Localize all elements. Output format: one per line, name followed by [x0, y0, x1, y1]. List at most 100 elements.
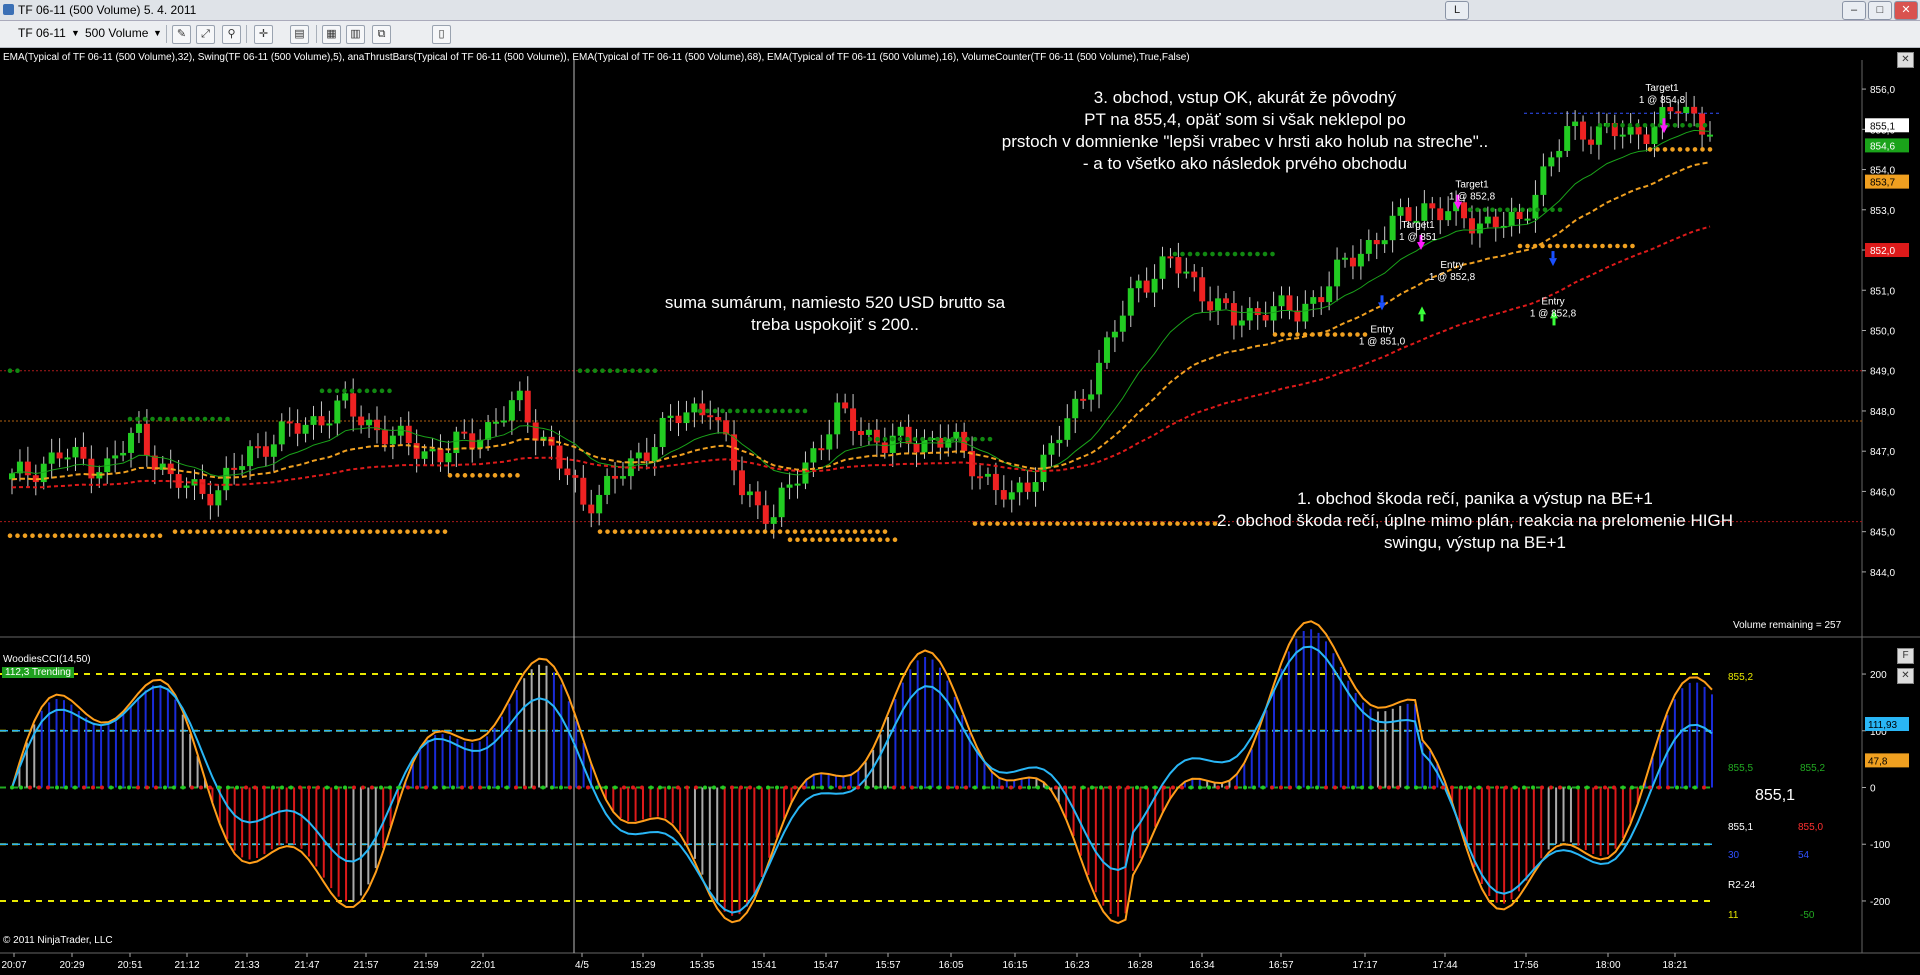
candle-body: [834, 402, 841, 435]
candle-body: [1207, 301, 1214, 311]
cci-zero-dot: [613, 785, 617, 790]
zoom-icon[interactable]: ⚲: [222, 25, 241, 44]
indicators-icon[interactable]: ▦: [322, 25, 341, 44]
crosshair-icon[interactable]: ✛: [254, 25, 273, 44]
swing-low-dot: [1092, 521, 1098, 526]
swing-low-dot: [702, 529, 708, 534]
maximize-icon[interactable]: □: [1868, 1, 1892, 20]
cci-side-value: 855,1: [1728, 822, 1753, 833]
volume-remaining: Volume remaining = 257: [1733, 620, 1842, 631]
swing-high-dot: [950, 436, 955, 442]
candle-body: [564, 468, 571, 476]
price-tag-label: 853,7: [1870, 178, 1895, 189]
candle-body: [366, 419, 373, 426]
draw-tool-icon[interactable]: ⤢: [196, 25, 215, 44]
candle-body: [683, 412, 690, 424]
candle-body: [1349, 257, 1356, 267]
swing-low-dot: [1310, 332, 1315, 337]
swing-low-dot: [285, 529, 290, 534]
cci-zero-dot: [325, 785, 329, 790]
data-box-icon[interactable]: ⧉: [372, 25, 391, 44]
candle-body: [1421, 203, 1428, 221]
trade-label-target: 1 @ 851: [1399, 232, 1437, 243]
link-button[interactable]: L: [1445, 1, 1469, 20]
candle-body: [199, 479, 206, 494]
candle-body: [850, 408, 857, 432]
swing-low-dot: [485, 473, 490, 478]
candle-body: [1135, 280, 1142, 289]
swing-low-dot: [830, 529, 835, 534]
cci-zero-dot: [991, 785, 995, 790]
chart-trader-icon[interactable]: ▯: [432, 25, 451, 44]
swing-high-dot: [927, 436, 933, 442]
swing-high-dot: [867, 436, 873, 442]
swing-low-dot: [1707, 147, 1713, 152]
cci-zero-dot: [352, 785, 356, 790]
cci-zero-dot: [1450, 785, 1454, 790]
time-tick-label: 20:07: [1, 960, 26, 971]
swing-low-dot: [635, 529, 640, 534]
candle-body: [1445, 211, 1452, 221]
swing-high-dot: [987, 436, 993, 442]
period-dropdown-icon[interactable]: ▼: [153, 24, 162, 43]
swing-high-dot: [795, 408, 800, 414]
swing-low-dot: [987, 521, 993, 526]
candle-body: [770, 517, 777, 524]
swing-low-dot: [855, 537, 860, 543]
candle-body: [794, 483, 801, 486]
candle-body: [1151, 278, 1158, 293]
minimize-icon[interactable]: –: [1842, 1, 1866, 20]
period-selector[interactable]: 500 Volume: [85, 24, 148, 43]
cci-zero-dot: [469, 785, 473, 790]
time-tick-label: 16:05: [938, 960, 963, 971]
swing-low-dot: [1670, 147, 1675, 152]
swing-low-dot: [1280, 332, 1285, 337]
swing-low-dot: [1130, 521, 1135, 526]
swing-high-dot: [765, 408, 770, 414]
candle-body: [247, 446, 254, 467]
swing-high-dot: [1225, 251, 1230, 257]
swing-low-dot: [1047, 521, 1053, 526]
cci-zero-dot: [757, 785, 761, 790]
candle-body: [1548, 157, 1555, 167]
candle-body: [580, 477, 587, 505]
cci-zero-dot: [280, 785, 284, 790]
price-tick-label: 856,0: [1870, 85, 1895, 96]
swing-low-dot: [447, 473, 453, 478]
swing-low-dot: [345, 529, 350, 534]
cci-zero-dot: [1522, 785, 1526, 790]
swing-low-dot: [837, 529, 843, 534]
time-tick-label: 18:21: [1662, 960, 1687, 971]
price-tick-label: 845,0: [1870, 528, 1895, 539]
swing-high-dot: [387, 388, 392, 394]
toolbar-separator: [166, 25, 167, 43]
swing-low-dot: [7, 533, 13, 538]
pencil-icon[interactable]: ✎: [172, 25, 191, 44]
swing-low-dot: [52, 533, 58, 538]
panel-close-icon[interactable]: ✕: [1897, 668, 1914, 684]
swing-low-dot: [157, 533, 163, 538]
cci-zero-dot: [802, 785, 806, 790]
swing-low-dot: [800, 529, 805, 534]
cci-zero-dot: [1000, 785, 1004, 790]
instrument-dropdown-icon[interactable]: ▼: [71, 24, 80, 43]
instrument-selector[interactable]: TF 06-11: [18, 24, 66, 43]
swing-low-dot: [777, 529, 783, 534]
swing-low-dot: [30, 533, 35, 538]
candle-body: [461, 431, 468, 434]
time-tick-label: 17:44: [1432, 960, 1457, 971]
panel-f-icon[interactable]: F: [1897, 648, 1914, 664]
properties-icon[interactable]: ▤: [290, 25, 309, 44]
annotation-line: swingu, výstup na BE+1: [1384, 533, 1566, 552]
swing-low-dot: [382, 529, 388, 534]
candle-body: [1564, 126, 1571, 151]
close-icon[interactable]: ✕: [1894, 1, 1918, 20]
candle-body: [881, 442, 888, 453]
cci-zero-dot: [1207, 785, 1211, 790]
strategies-icon[interactable]: ▥: [346, 25, 365, 44]
swing-low-dot: [1685, 147, 1690, 152]
candle-body: [1302, 303, 1309, 322]
panel-close-icon[interactable]: ✕: [1897, 52, 1914, 68]
cci-zero-dot: [622, 785, 626, 790]
cci-zero-dot: [1135, 785, 1139, 790]
